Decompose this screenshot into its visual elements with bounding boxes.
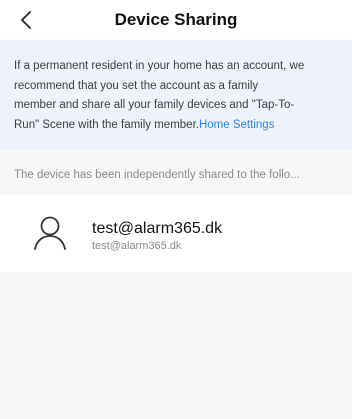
member-name: test@alarm365.dk [92, 220, 223, 237]
shared-member-row[interactable]: test@alarm365.dk test@alarm365.dk [0, 195, 352, 272]
member-account: test@alarm365.dk [92, 240, 182, 252]
notice-line: If a permanent resident in your home has… [14, 60, 305, 72]
notice-line-last: Run" Scene with the family member.Home S… [14, 116, 352, 136]
home-settings-link[interactable]: Home Settings [199, 119, 274, 131]
top-bar: Device Sharing [0, 0, 352, 40]
page-title: Device Sharing [114, 10, 238, 29]
notice-line: recommend that you set the account as a … [14, 79, 259, 92]
user-icon [34, 216, 66, 250]
family-member-notice: If a permanent resident in your home has… [0, 40, 352, 150]
notice-line-text: Run" Scene with the family member. [14, 118, 199, 131]
notice-line: member and share all your family devices… [14, 99, 295, 111]
shared-devices-caption: The device has been independently shared… [14, 169, 300, 181]
